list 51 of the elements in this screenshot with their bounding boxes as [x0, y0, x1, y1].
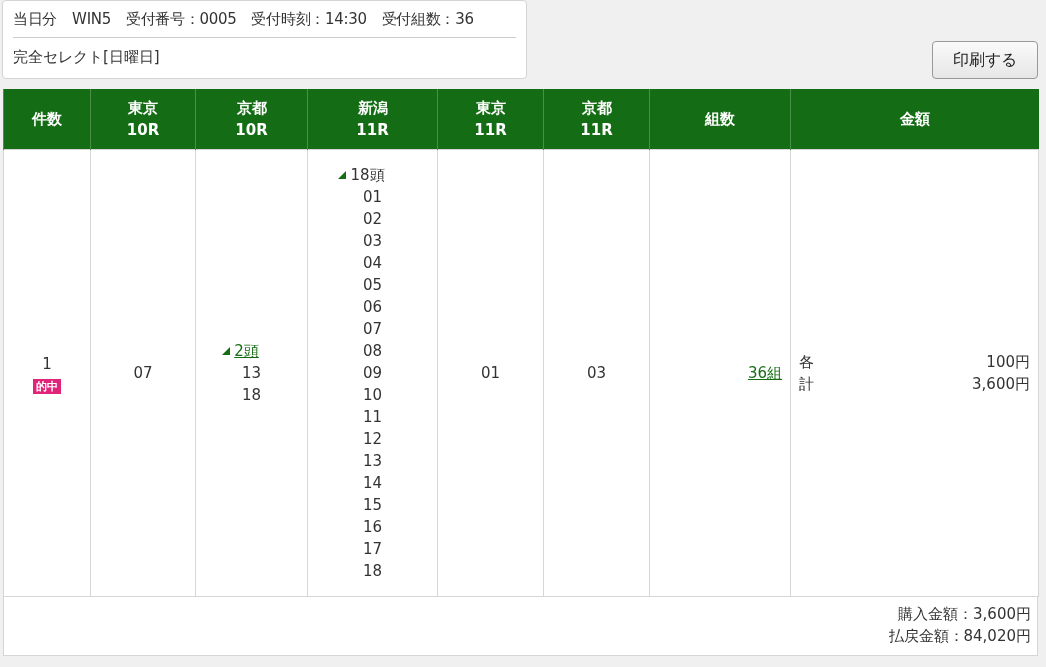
amount-label: 各	[799, 352, 814, 373]
horse-number: 13	[241, 363, 262, 384]
horse-number: 05	[362, 275, 383, 296]
horse-number: 14	[362, 473, 383, 494]
amount-value: 100円	[985, 352, 1030, 373]
total-amount: 払戻金額：84,020円	[888, 626, 1031, 647]
combinations-link[interactable]: 36組	[747, 363, 782, 382]
print-button[interactable]: 印刷する	[932, 41, 1038, 79]
expanded-triangle-icon[interactable]	[338, 171, 347, 179]
horse-number: 12	[362, 429, 383, 450]
horse-number: 07	[362, 319, 383, 340]
amount-value: 3,600円	[971, 374, 1030, 395]
horse-number: 04	[362, 253, 383, 274]
total-amount: 購入金額：3,600円	[898, 604, 1031, 625]
receipt-info: 当日分	[13, 10, 58, 29]
horse-number: 03	[586, 364, 607, 382]
receipt-info: WIN5	[72, 10, 111, 29]
horse-number: 10	[362, 385, 383, 406]
horse-number: 18	[362, 561, 383, 582]
amount-label: 計	[799, 374, 814, 395]
horse-number: 02	[362, 209, 383, 230]
receipt-info: 受付時刻：14:30	[251, 10, 367, 29]
horse-number: 11	[362, 407, 383, 428]
horse-number: 18	[241, 385, 262, 406]
horse-number: 07	[133, 364, 153, 382]
horse-number: 13	[362, 451, 383, 472]
column-header: 組数	[649, 89, 791, 150]
receipt-info: 受付組数：36	[381, 10, 474, 29]
horse-number: 06	[362, 297, 383, 318]
hit-badge: 的中	[33, 378, 61, 394]
horse-number: 08	[362, 341, 383, 362]
column-header: 京都 10R	[195, 89, 308, 150]
horse-count-link[interactable]: 2頭	[234, 340, 259, 362]
horse-number: 17	[362, 539, 383, 560]
column-header: 件数	[3, 89, 91, 150]
column-header: 金額	[790, 89, 1039, 150]
column-header: 京都 11R	[543, 89, 650, 150]
horse-number: 01	[480, 364, 501, 382]
column-header: 新潟 11R	[307, 89, 438, 150]
receipt-info: 受付番号：0005	[125, 10, 237, 29]
horse-number: 01	[362, 187, 383, 208]
horse-number: 09	[362, 363, 383, 384]
horse-number: 03	[362, 231, 383, 252]
expanded-triangle-icon[interactable]	[222, 347, 231, 355]
horse-number: 16	[362, 517, 383, 538]
column-header: 東京 10R	[90, 89, 196, 150]
horse-count: 18頭	[350, 165, 385, 186]
ticket-count: 1	[42, 353, 52, 375]
bet-type: 完全セレクト[日曜日]	[13, 47, 161, 67]
column-header: 東京 11R	[437, 89, 544, 150]
horse-number: 15	[362, 495, 383, 516]
